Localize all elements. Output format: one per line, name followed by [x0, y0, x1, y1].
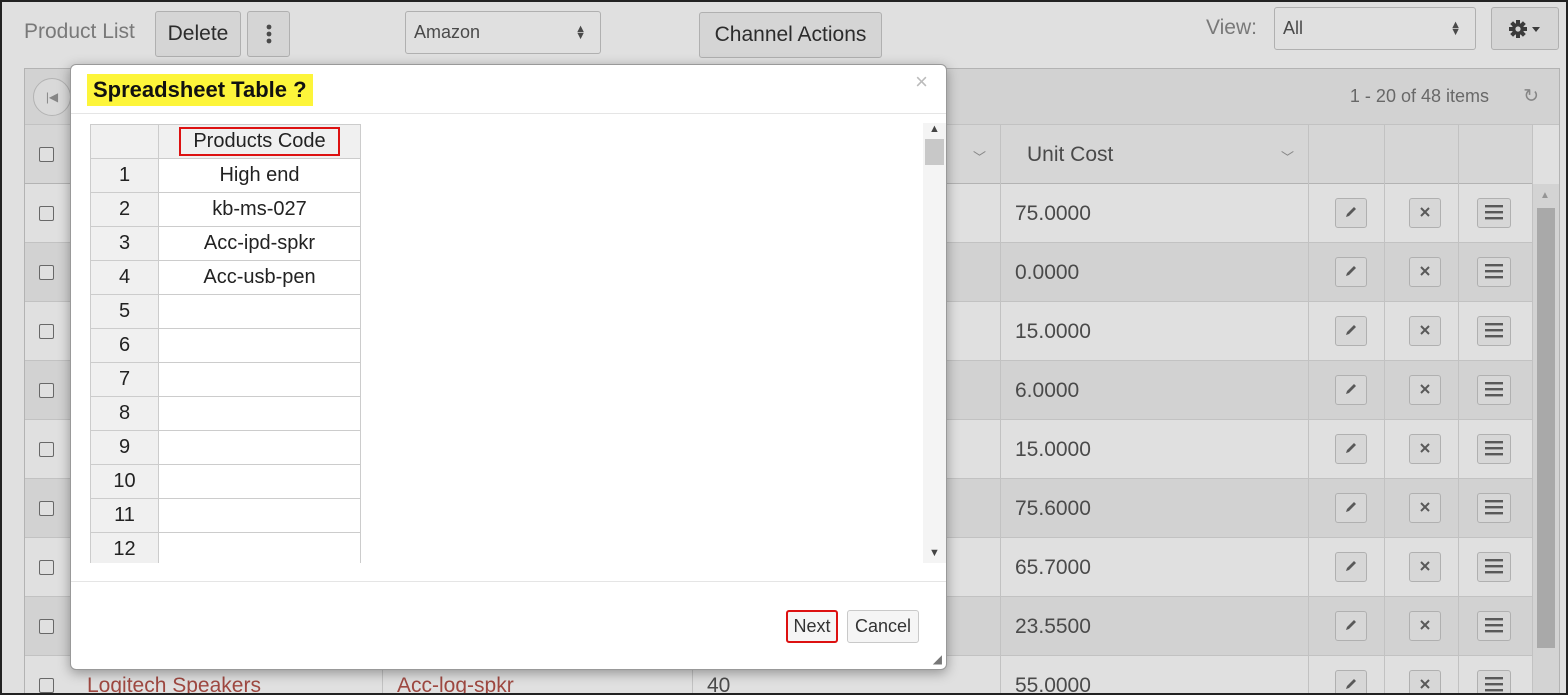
close-icon[interactable]: ×	[915, 69, 928, 95]
cancel-button[interactable]: Cancel	[847, 610, 919, 643]
row-number[interactable]: 6	[90, 328, 159, 363]
spreadsheet-viewport: Products Code 1 High end 2 kb-ms-027 3 Acc-ip…	[89, 123, 941, 563]
spreadsheet-row: 12	[90, 532, 361, 563]
row-number[interactable]: 5	[90, 294, 159, 329]
resize-handle-icon[interactable]: ◢	[933, 652, 942, 666]
scroll-down-icon[interactable]: ▼	[929, 547, 940, 559]
column-header-products-code[interactable]: Products Code	[158, 124, 361, 159]
spreadsheet-row: 9	[90, 430, 361, 465]
row-number[interactable]: 7	[90, 362, 159, 397]
row-number[interactable]: 11	[90, 498, 159, 533]
products-code-cell[interactable]	[158, 294, 361, 329]
products-code-cell[interactable]	[158, 464, 361, 499]
products-code-cell[interactable]	[158, 498, 361, 533]
spreadsheet-table: Products Code 1 High end 2 kb-ms-027 3 Acc-ip…	[90, 124, 361, 563]
spreadsheet-row: 2 kb-ms-027	[90, 192, 361, 227]
spreadsheet-row: 7	[90, 362, 361, 397]
row-number[interactable]: 1	[90, 158, 159, 193]
scroll-up-icon[interactable]: ▲	[929, 123, 940, 135]
spreadsheet-row: 4 Acc-usb-pen	[90, 260, 361, 295]
products-code-cell[interactable]	[158, 396, 361, 431]
row-number[interactable]: 10	[90, 464, 159, 499]
row-number[interactable]: 12	[90, 532, 159, 563]
app-frame: Product List Delete Amazon ▲ ▼ Channel Ac…	[0, 0, 1568, 695]
products-code-cell[interactable]: kb-ms-027	[158, 192, 361, 227]
spreadsheet-row: 6	[90, 328, 361, 363]
products-code-cell[interactable]	[158, 362, 361, 397]
products-code-cell[interactable]	[158, 532, 361, 563]
spreadsheet-scrollbar[interactable]: ▲ ▼	[923, 123, 946, 563]
products-code-cell[interactable]: High end	[158, 158, 361, 193]
spreadsheet-row: 10	[90, 464, 361, 499]
spreadsheet-row: 11	[90, 498, 361, 533]
row-number[interactable]: 9	[90, 430, 159, 465]
row-number[interactable]: 3	[90, 226, 159, 261]
row-number[interactable]: 8	[90, 396, 159, 431]
products-code-cell[interactable]	[158, 430, 361, 465]
spreadsheet-row: 5	[90, 294, 361, 329]
products-code-cell[interactable]: Acc-usb-pen	[158, 260, 361, 295]
spreadsheet-row: 1 High end	[90, 158, 361, 193]
header-divider	[71, 113, 946, 114]
scrollbar-thumb[interactable]	[925, 139, 944, 165]
next-button[interactable]: Next	[786, 610, 838, 643]
corner-cell	[90, 124, 159, 159]
products-code-cell[interactable]	[158, 328, 361, 363]
products-code-cell[interactable]: Acc-ipd-spkr	[158, 226, 361, 261]
row-number[interactable]: 2	[90, 192, 159, 227]
spreadsheet-row: 3 Acc-ipd-spkr	[90, 226, 361, 261]
spreadsheet-row: 8	[90, 396, 361, 431]
row-number[interactable]: 4	[90, 260, 159, 295]
footer-divider	[71, 581, 946, 582]
spreadsheet-dialog: Spreadsheet Table ? × Products Code 1 Hig…	[70, 64, 947, 670]
dialog-title: Spreadsheet Table ?	[87, 74, 313, 106]
